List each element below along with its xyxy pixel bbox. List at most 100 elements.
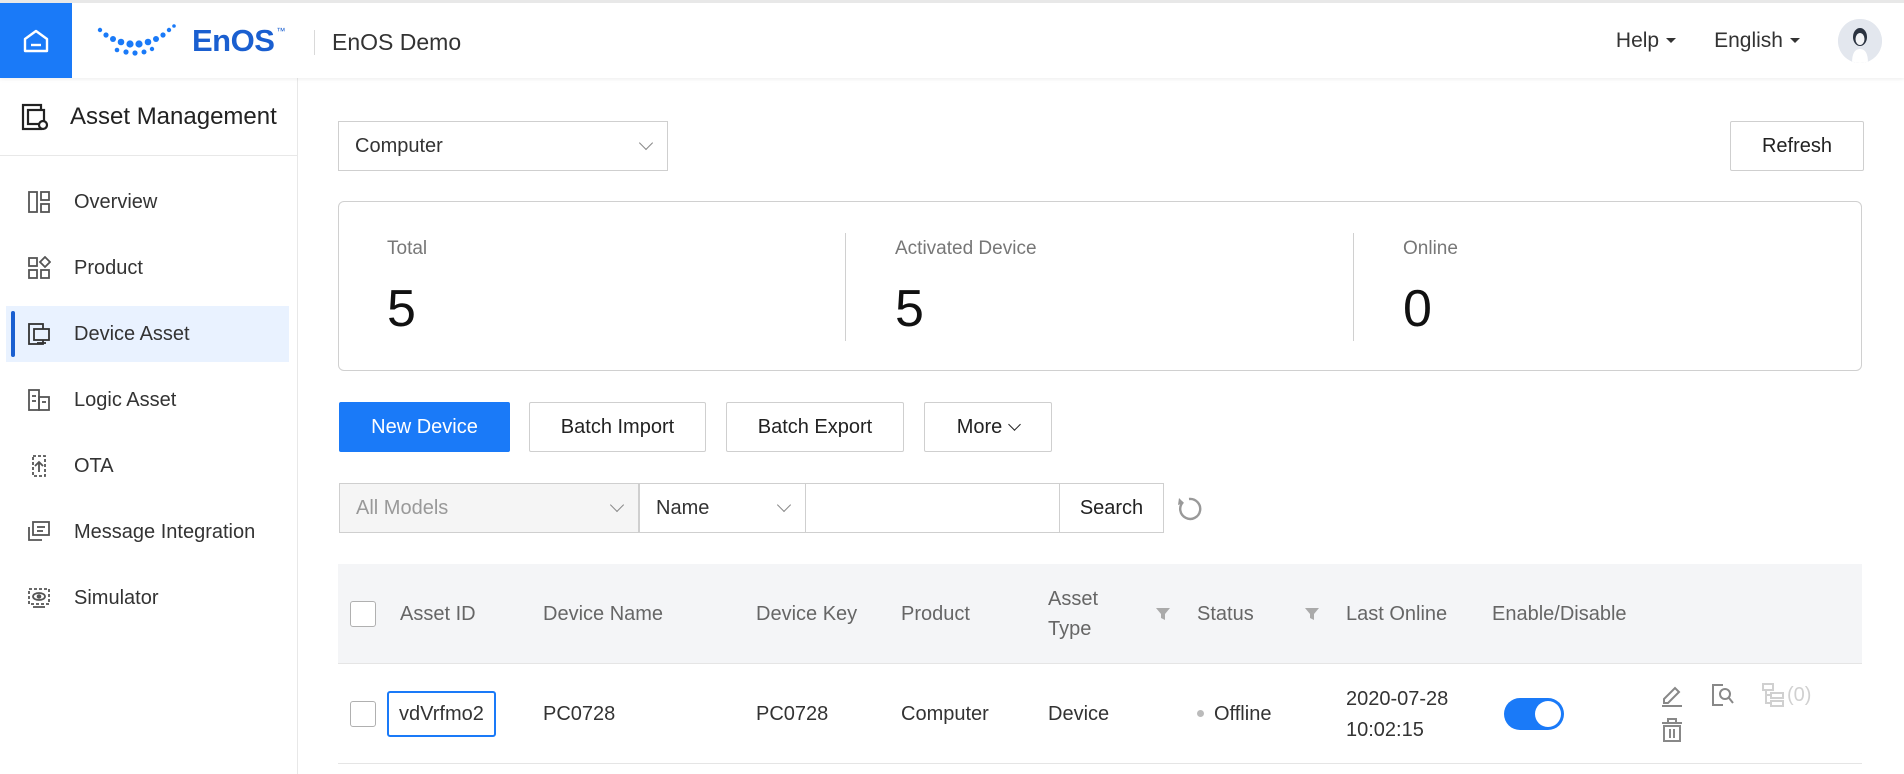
column-header-asset-type: Asset Type (1048, 588, 1099, 640)
batch-import-label: Batch Import (560, 415, 675, 438)
sidebar-item-label: Message Integration (74, 520, 256, 543)
search-label: Search (1079, 496, 1144, 519)
topology-icon (1762, 683, 1784, 707)
caret-down-icon (1666, 38, 1677, 43)
sidebar: Asset Management Overview Product Device… (0, 78, 298, 774)
search-field-select[interactable]: Name (639, 483, 806, 533)
toggle-knob (1535, 701, 1561, 727)
chevron-down-icon (638, 135, 654, 151)
app-title: EnOS Demo (332, 29, 462, 55)
device-asset-icon (28, 323, 50, 345)
caret-down-icon (1790, 38, 1800, 43)
sidebar-item-label: Simulator (74, 586, 159, 609)
new-device-button[interactable]: New Device (339, 402, 510, 452)
sidebar-item-label: Overview (74, 190, 158, 213)
search-field-value: Name (656, 496, 710, 519)
device-key-cell: PC0728 (756, 703, 829, 725)
message-integration-icon (28, 521, 50, 541)
sidebar-item-logic-asset[interactable]: Logic Asset (0, 372, 289, 428)
language-label: English (1714, 28, 1783, 52)
user-avatar[interactable] (1838, 18, 1882, 63)
language-menu[interactable]: English (1714, 29, 1800, 53)
last-online-time: 10:02:15 (1346, 719, 1424, 741)
sidebar-item-label: Product (74, 256, 143, 279)
stat-divider (845, 233, 846, 341)
main-content: Computer Refresh Total 5 Activated Devic… (298, 78, 1904, 774)
more-button[interactable]: More (924, 402, 1052, 452)
row-checkbox[interactable] (350, 701, 376, 727)
sidebar-item-label: Logic Asset (74, 388, 177, 411)
sidebar-item-overview[interactable]: Overview (0, 174, 289, 230)
column-header-enable-disable: Enable/Disable (1492, 603, 1627, 625)
batch-export-label: Batch Export (757, 415, 873, 438)
user-avatar-icon (1838, 18, 1882, 63)
logo-text: EnOS (192, 23, 275, 58)
column-header-device-key: Device Key (756, 603, 858, 625)
model-filter-select[interactable]: All Models (339, 483, 639, 533)
sidebar-item-ota[interactable]: OTA (0, 438, 289, 494)
reset-button[interactable] (1174, 494, 1204, 524)
asset-type-cell: Device (1048, 703, 1110, 725)
stat-label: Online (1403, 238, 1458, 259)
search-input[interactable] (805, 483, 1060, 533)
ota-icon (32, 455, 46, 477)
column-header-last-online: Last Online (1346, 603, 1448, 625)
sidebar-item-product[interactable]: Product (0, 240, 289, 296)
stats-card: Total 5 Activated Device 5 Online 0 (338, 201, 1862, 371)
asset-id-value: vdVrfmo2 (399, 702, 484, 725)
refresh-button[interactable]: Refresh (1730, 121, 1864, 171)
product-select[interactable]: Computer (338, 121, 668, 171)
sidebar-item-simulator[interactable]: Simulator (0, 570, 289, 626)
header-divider (314, 30, 315, 55)
product-icon (28, 256, 51, 279)
home-icon (23, 29, 49, 52)
search-button[interactable]: Search (1059, 483, 1164, 533)
top-bar: EnOS ™ EnOS Demo Help English (0, 0, 1904, 78)
select-all-checkbox[interactable] (350, 601, 376, 627)
chevron-down-icon (609, 497, 625, 513)
simulator-icon (28, 588, 50, 608)
topology-button[interactable]: (0) (1761, 682, 1811, 708)
status-filter[interactable] (1304, 606, 1320, 627)
asset-type-filter[interactable] (1155, 606, 1171, 627)
sidebar-title: Asset Management (70, 102, 277, 130)
overview-icon (28, 191, 50, 213)
batch-export-button[interactable]: Batch Export (726, 402, 904, 452)
help-menu[interactable]: Help (1615, 28, 1677, 53)
sidebar-item-label: OTA (74, 454, 114, 477)
product-select-value: Computer (355, 134, 443, 157)
topology-count: (0) (1787, 683, 1812, 706)
status-dot-icon (1197, 710, 1204, 718)
chevron-down-icon (776, 497, 792, 513)
new-device-label: New Device (371, 415, 478, 438)
stat-label: Total (387, 238, 428, 259)
table-row: vdVrfmo2 PC0728 PC0728 Computer Device O… (338, 664, 1862, 764)
column-header-device-name: Device Name (543, 603, 664, 625)
asset-id-link[interactable]: vdVrfmo2 (387, 691, 496, 737)
stat-value: 5 (387, 280, 416, 338)
last-online-date: 2020-07-28 (1346, 688, 1449, 710)
stat-value: 0 (1403, 280, 1432, 338)
table-header: Asset ID Device Name Device Key Product … (338, 564, 1862, 664)
stat-value: 5 (895, 280, 924, 338)
sidebar-item-label: Device Asset (74, 322, 190, 345)
status-value: Offline (1214, 703, 1272, 725)
home-button[interactable] (0, 3, 72, 78)
filter-icon (1156, 608, 1170, 620)
filter-icon (1305, 608, 1319, 620)
sidebar-item-message-integration[interactable]: Message Integration (0, 504, 289, 560)
edit-button[interactable] (1659, 682, 1685, 708)
column-header-product: Product (901, 603, 970, 625)
enos-logo[interactable]: EnOS ™ (96, 21, 285, 61)
delete-button[interactable] (1660, 717, 1684, 743)
logo-trademark: ™ (276, 26, 286, 36)
delete-icon (1662, 718, 1682, 742)
batch-import-button[interactable]: Batch Import (529, 402, 706, 452)
view-detail-button[interactable] (1710, 682, 1736, 708)
sidebar-item-device-asset[interactable]: Device Asset (6, 306, 289, 362)
enable-toggle[interactable] (1504, 698, 1564, 730)
logic-asset-icon (28, 389, 50, 411)
column-header-asset-id: Asset ID (400, 603, 476, 625)
help-label: Help (1615, 28, 1660, 52)
device-name-cell: PC0728 (543, 703, 616, 725)
